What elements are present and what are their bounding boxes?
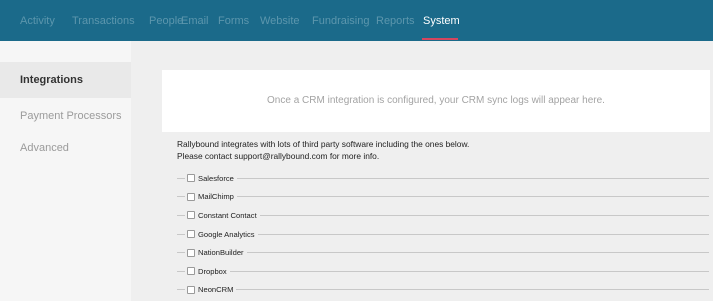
nav-item-system[interactable]: System [423, 15, 460, 27]
sidebar-item-integrations[interactable]: Integrations [0, 62, 131, 98]
row-leading-line [177, 214, 185, 216]
integrations-list: Salesforce MailChimp Constant Contact Go… [177, 169, 709, 299]
row-leading-line [177, 289, 185, 291]
row-trailing-line [236, 196, 709, 198]
integration-name: MailChimp [198, 192, 234, 202]
row-leading-line [177, 177, 185, 179]
dropbox-checkbox[interactable] [187, 267, 195, 276]
top-navigation-bar: Activity Transactions People Email Forms… [0, 0, 713, 41]
nav-item-activity[interactable]: Activity [20, 15, 55, 27]
nationbuilder-checkbox[interactable] [187, 248, 195, 257]
nav-active-underline [422, 38, 458, 40]
intro-line-1: Rallybound integrates with lots of third… [177, 139, 470, 149]
integration-name: Dropbox [198, 266, 227, 276]
row-leading-line [177, 196, 185, 198]
row-trailing-line [257, 233, 709, 235]
settings-sidebar: Integrations Payment Processors Advanced [0, 41, 131, 301]
nav-item-people[interactable]: People [149, 15, 183, 27]
intro-line-2: Please contact support@rallybound.com fo… [177, 150, 380, 161]
integration-row-neoncrm: NeonCRM [177, 281, 709, 300]
nav-item-transactions[interactable]: Transactions [72, 15, 135, 27]
salesforce-checkbox[interactable] [187, 174, 195, 183]
crm-sync-logs-banner: Once a CRM integration is configured, yo… [162, 70, 710, 132]
integration-row-mailchimp: MailChimp [177, 188, 709, 207]
integration-name: NeonCRM [198, 285, 234, 295]
nav-item-forms[interactable]: Forms [218, 15, 249, 27]
integration-row-nationbuilder: NationBuilder [177, 243, 709, 262]
row-trailing-line [259, 214, 709, 216]
integration-name: Salesforce [198, 173, 234, 183]
neoncrm-checkbox[interactable] [187, 285, 195, 294]
sidebar-item-advanced[interactable]: Advanced [0, 130, 131, 166]
integration-row-salesforce: Salesforce [177, 169, 709, 188]
main-content: Once a CRM integration is configured, yo… [131, 41, 713, 301]
row-leading-line [177, 252, 185, 254]
nav-item-website[interactable]: Website [260, 15, 300, 27]
integration-row-constant-contact: Constant Contact [177, 206, 709, 225]
sidebar-item-payment-processors[interactable]: Payment Processors [0, 98, 131, 134]
nav-item-fundraising[interactable]: Fundraising [312, 15, 369, 27]
google-analytics-checkbox[interactable] [187, 230, 195, 239]
constant-contact-checkbox[interactable] [187, 211, 195, 220]
row-trailing-line [236, 289, 709, 291]
integration-name: Constant Contact [198, 210, 257, 220]
row-leading-line [177, 233, 185, 235]
integration-name: NationBuilder [198, 248, 244, 258]
row-trailing-line [236, 177, 709, 179]
mailchimp-checkbox[interactable] [187, 192, 195, 201]
integration-row-google-analytics: Google Analytics [177, 225, 709, 244]
integration-row-dropbox: Dropbox [177, 262, 709, 281]
integration-name: Google Analytics [198, 229, 255, 239]
row-trailing-line [246, 252, 709, 254]
integrations-intro: Rallybound integrates with lots of third… [177, 139, 469, 162]
nav-item-email[interactable]: Email [181, 15, 209, 27]
nav-item-reports[interactable]: Reports [376, 15, 415, 27]
row-trailing-line [229, 270, 709, 272]
row-leading-line [177, 270, 185, 272]
